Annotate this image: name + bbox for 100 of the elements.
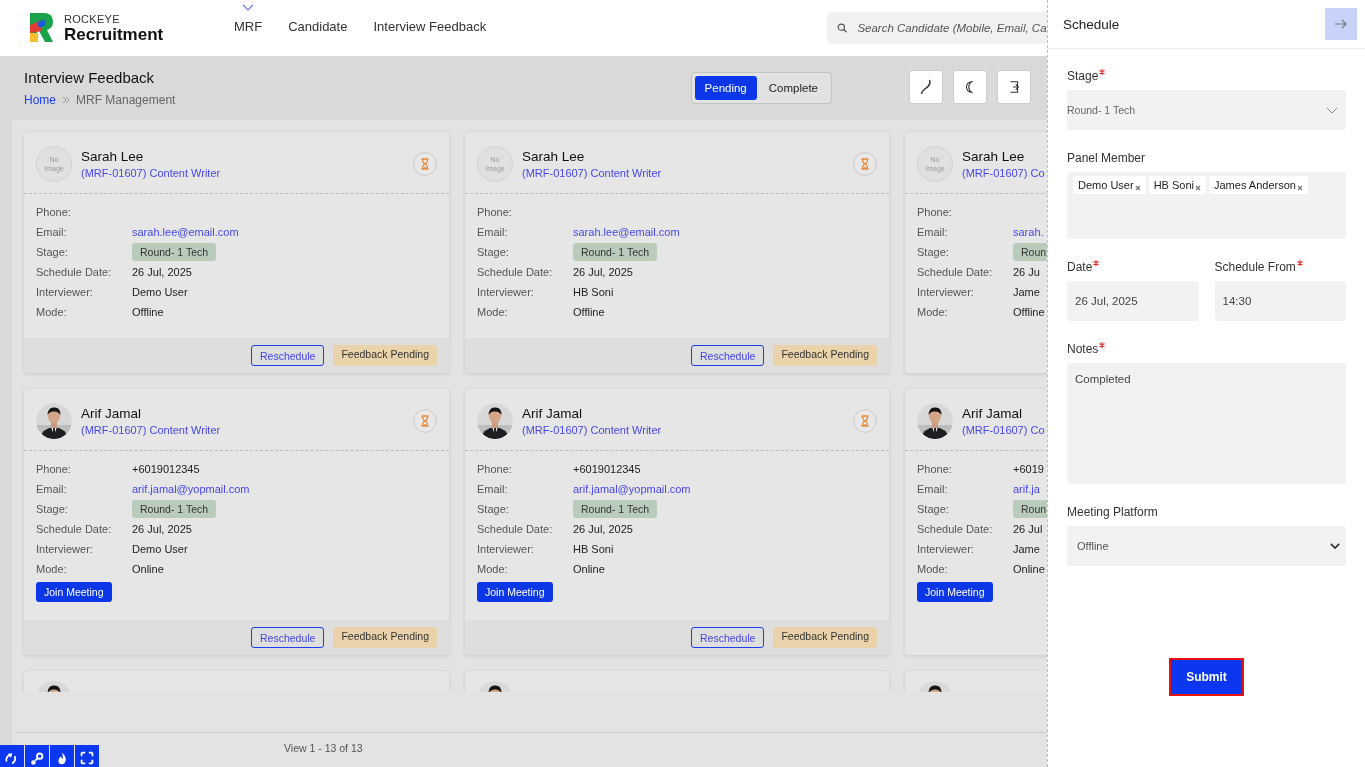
field-value: HB Soni [573, 286, 614, 298]
status-badge: Feedback Pending [333, 345, 437, 366]
field-label: Phone: [917, 463, 953, 475]
field-label: Date [1067, 260, 1093, 274]
platform-select[interactable]: Offline [1067, 526, 1346, 566]
field-label: Mode: [36, 563, 68, 575]
candidate-name: Arif Jamal [962, 405, 1023, 421]
join-meeting-button[interactable]: Join Meeting [477, 582, 553, 602]
field-value: Online [573, 563, 605, 575]
field-label: Schedule Date: [917, 266, 994, 278]
field-label: Meeting Platform [1067, 505, 1158, 519]
stage-select[interactable]: Round- 1 Tech [1067, 90, 1346, 130]
submit-button[interactable]: Submit [1169, 658, 1244, 696]
field-label: Mode: [477, 563, 509, 575]
candidate-role: (MRF-01607) Co [962, 423, 1045, 436]
panel-member-field[interactable]: Demo User HB Soni James Anderson [1067, 172, 1346, 239]
field-label: Interviewer: [477, 286, 535, 298]
field-value: Jame [1013, 543, 1040, 555]
field-value: 26 Jul, 2025 [132, 266, 192, 278]
field-label: Email: [36, 483, 68, 495]
breadcrumb-current: MRF Management [76, 93, 176, 107]
search-input[interactable]: Search Candidate (Mobile, Email, Ca [855, 21, 1047, 35]
field-label: Notes [1067, 342, 1099, 356]
candidate-role: (MRF-01607) Content Writer [81, 166, 221, 179]
field-label: Stage: [36, 503, 69, 515]
nav-link[interactable]: Interview Feedback [367, 4, 493, 34]
member-tag[interactable]: Demo User [1073, 176, 1146, 194]
field-label: Schedule Date: [36, 523, 113, 535]
panel-title: Schedule [1063, 16, 1120, 32]
email-link[interactable]: arif.ja [1013, 483, 1040, 495]
time-field[interactable]: 14:30 [1214, 281, 1346, 321]
field-label: Schedule From [1214, 260, 1296, 274]
toggle-tab[interactable]: Complete [758, 76, 828, 100]
date-field[interactable]: 26 Jul, 2025 [1067, 281, 1199, 321]
reschedule-button[interactable]: Reschedule [250, 627, 325, 648]
nav-link[interactable]: Candidate [282, 4, 354, 34]
email-link[interactable]: arif.jamal@yopmail.com [573, 483, 691, 495]
stage-badge: Round- 1 Tech [573, 500, 658, 518]
candidate-role: (MRF-01607) Co [962, 166, 1045, 179]
email-link[interactable]: sarah. [1013, 226, 1044, 238]
field-label: Stage [1067, 69, 1099, 83]
field-value: 26 Jul, 2025 [573, 266, 633, 278]
field-label: Email: [917, 226, 949, 238]
stage-badge: Round- 1 Tech [573, 243, 658, 261]
field-label: Phone: [477, 463, 513, 475]
email-link[interactable]: arif.jamal@yopmail.com [132, 483, 250, 495]
stage-badge: Round- 1 Tech [132, 243, 217, 261]
stage-badge: Roun [1013, 500, 1047, 518]
field-value: Offline [132, 306, 164, 318]
reschedule-button[interactable]: Reschedule [250, 345, 325, 366]
field-value: 26 Jul [1013, 523, 1043, 535]
member-tag[interactable]: James Anderson [1209, 176, 1308, 194]
field-label: Email: [36, 226, 68, 238]
field-label: Schedule Date: [917, 523, 994, 535]
field-label: Phone: [477, 206, 513, 218]
field-value: +6019012345 [573, 463, 641, 475]
email-link[interactable]: sarah.lee@email.com [573, 226, 680, 238]
field-value: Offline [1013, 306, 1045, 318]
field-value: 26 Jul, 2025 [132, 523, 192, 535]
field-label: Schedule Date: [477, 523, 554, 535]
email-link[interactable]: sarah.lee@email.com [132, 226, 239, 238]
status-badge: Feedback Pending [773, 345, 877, 366]
stage-badge: Roun [1013, 243, 1047, 261]
toggle-tab[interactable]: Pending [694, 76, 757, 100]
join-meeting-button[interactable]: Join Meeting [917, 582, 993, 602]
field-label: Mode: [36, 306, 68, 318]
reschedule-button[interactable]: Reschedule [690, 345, 765, 366]
field-value: Offline [573, 306, 605, 318]
candidate-role: (MRF-01607) Content Writer [522, 166, 662, 179]
field-label: Email: [917, 483, 949, 495]
candidate-name: Sarah Lee [962, 148, 1026, 164]
notes-field[interactable]: Completed [1067, 363, 1346, 484]
field-label: Schedule Date: [477, 266, 554, 278]
field-value: Demo User [132, 543, 188, 555]
page-title: Interview Feedback [24, 69, 156, 86]
candidate-role: (MRF-01607) Content Writer [522, 423, 662, 436]
field-label: Interviewer: [917, 543, 975, 555]
join-meeting-button[interactable]: Join Meeting [36, 582, 112, 602]
member-tag[interactable]: HB Soni [1148, 176, 1206, 194]
breadcrumb-link[interactable]: Home [24, 93, 56, 107]
candidate-role: (MRF-01607) Content Writer [81, 423, 221, 436]
field-label: Interviewer: [917, 286, 975, 298]
field-value: Demo User [132, 286, 188, 298]
field-value: Online [1013, 563, 1045, 575]
field-label: Interviewer: [36, 543, 94, 555]
field-label: Mode: [477, 306, 509, 318]
field-label: Stage: [477, 246, 510, 258]
reschedule-button[interactable]: Reschedule [690, 627, 765, 648]
candidate-name: Arif Jamal [522, 405, 583, 421]
field-label: Interviewer: [477, 543, 535, 555]
field-label: Phone: [36, 206, 72, 218]
search-field[interactable]: Search Candidate (Mobile, Email, Ca [827, 12, 1047, 44]
field-label: Mode: [917, 306, 949, 318]
field-label: Stage: [917, 503, 950, 515]
status-badge: Feedback Pending [333, 627, 437, 648]
nav-link[interactable]: MRF [228, 4, 269, 34]
status-badge: Feedback Pending [773, 627, 877, 648]
field-label: Stage: [36, 246, 69, 258]
brand-tagline: ROCKEYE [64, 12, 121, 25]
field-label: Phone: [917, 206, 953, 218]
